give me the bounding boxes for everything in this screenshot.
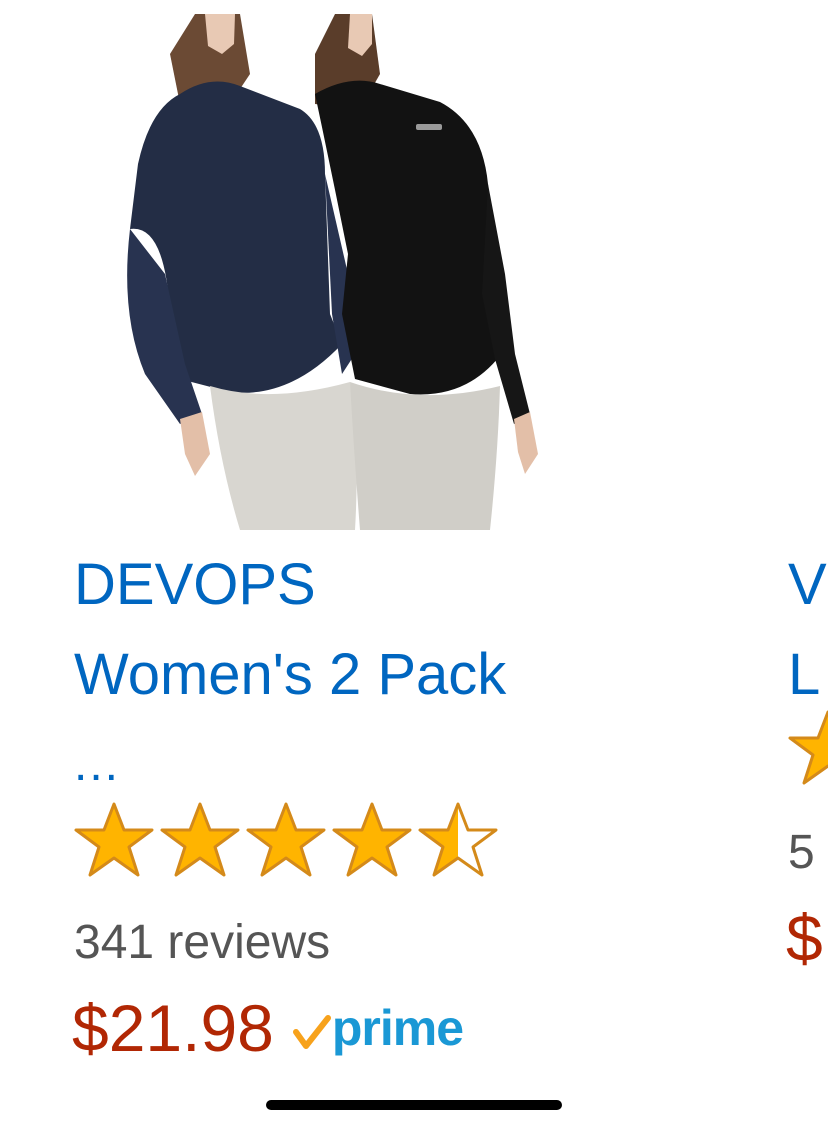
product-title-line: DEVOPS (74, 552, 316, 617)
product-image[interactable] (110, 14, 540, 530)
product-title-link[interactable]: DEVOPS Women's 2 Pack (74, 540, 634, 720)
price-row: $21.98 prime (72, 990, 464, 1066)
price: $ (786, 901, 823, 975)
price: $21.98 (72, 991, 274, 1065)
title-ellipsis: ... (74, 738, 121, 791)
review-count[interactable]: 5 (788, 825, 815, 881)
product-title-line: V (788, 552, 827, 617)
product-title-line: Women's 2 Pack (74, 642, 507, 707)
prime-label: prime (331, 1000, 464, 1056)
screen: DEVOPS Women's 2 Pack ... 341 reviews $2… (0, 0, 828, 1126)
prime-badge: prime (292, 998, 464, 1058)
product-title-link[interactable]: V L (788, 540, 827, 720)
product-card[interactable]: DEVOPS Women's 2 Pack ... 341 reviews $2… (0, 0, 700, 1080)
star-icon (246, 802, 326, 877)
star-icon (788, 710, 828, 785)
product-title-line: L (788, 642, 821, 707)
star-icon (418, 802, 498, 877)
star-rating[interactable] (72, 800, 500, 880)
star-icon (160, 802, 240, 877)
product-card-partial[interactable]: V L 5 $ (786, 0, 828, 1080)
star-icon (332, 802, 412, 877)
star-icon (74, 802, 154, 877)
review-count[interactable]: 341 reviews (74, 915, 330, 971)
home-indicator[interactable] (266, 1100, 562, 1110)
prime-check-icon (292, 1015, 331, 1049)
